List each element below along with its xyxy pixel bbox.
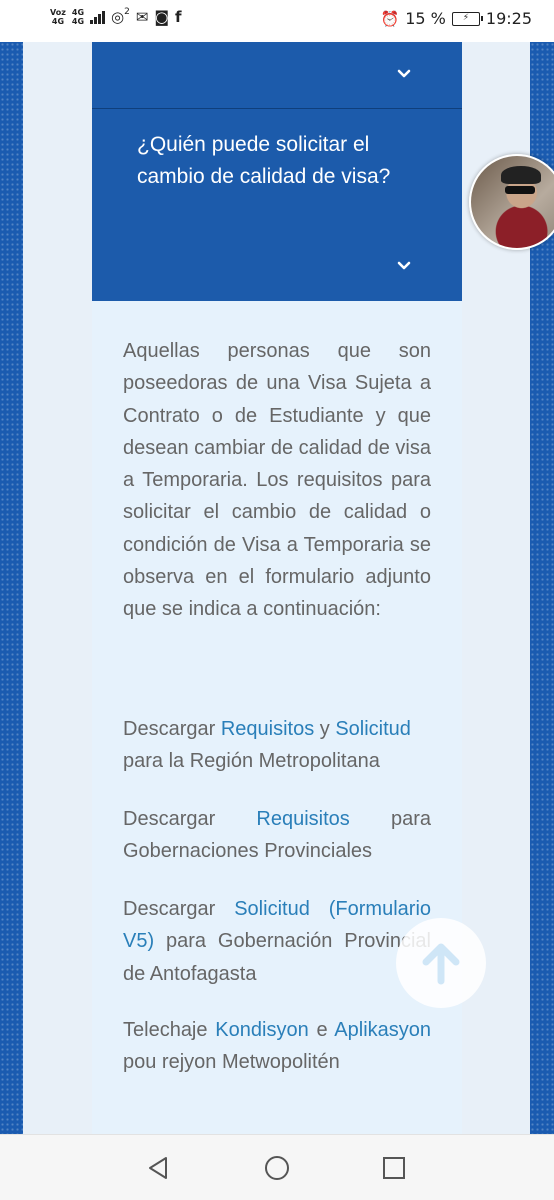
back-triangle-icon[interactable]: [145, 1155, 171, 1181]
requisitos-provinciales-link[interactable]: Requisitos: [256, 808, 349, 830]
accordion-item-2-title: ¿Quién puede solicitar el cambio de cali…: [137, 133, 391, 188]
p5-mid: e: [308, 1019, 335, 1041]
status-left: Voz 4G 4G 4G ◎ 2 ✉ ◙ f: [50, 7, 182, 26]
p2-suffix: para la Región Metropolitana: [123, 750, 380, 773]
requisitos-link[interactable]: Requisitos: [221, 718, 314, 740]
notification-count: 2: [124, 7, 130, 17]
carrier-line2: 4G: [51, 17, 65, 26]
download-provinciales-paragraph: Descargar Requisitos para Gobernaciones …: [123, 803, 431, 868]
scroll-to-top-button[interactable]: [396, 918, 486, 1008]
solicitud-link[interactable]: Solicitud: [335, 718, 411, 740]
alarm-icon: ⏰: [380, 9, 400, 28]
aplikasyon-link[interactable]: Aplikasyon: [334, 1019, 431, 1041]
p4-suffix: para Gobernación Provincial de Antofagas…: [123, 930, 431, 985]
mail-icon: ✉: [135, 8, 149, 26]
recent-square-icon[interactable]: [381, 1155, 407, 1181]
battery-percent: 15 %: [405, 9, 446, 28]
avatar[interactable]: [469, 154, 554, 250]
network-line1: 4G: [71, 8, 85, 17]
instagram-icon: ◙: [154, 8, 170, 26]
p5-prefix: Telechaje: [123, 1019, 216, 1041]
kondisyon-link[interactable]: Kondisyon: [215, 1019, 308, 1041]
home-circle-icon[interactable]: [264, 1155, 290, 1181]
accordion-item-1-header[interactable]: [92, 42, 462, 108]
accordion-item-2-body: Aquellas personas que son poseedoras de …: [92, 301, 462, 1134]
download-antofagasta-paragraph: Descargar Solicitud (Formulario V5) para…: [123, 893, 431, 990]
hotspot-icon: ◎: [111, 8, 125, 26]
status-right: ⏰ 15 % ⚡ 19:25: [381, 9, 532, 28]
network-line2: 4G: [71, 17, 85, 26]
accordion-item-2-header[interactable]: ¿Quién puede solicitar el cambio de cali…: [92, 109, 462, 301]
p5-suffix: pou rejyon Metwopolitén: [123, 1051, 340, 1074]
p3-prefix: Descargar: [123, 808, 257, 830]
clock: 19:25: [485, 9, 532, 28]
navigation-bar: [0, 1134, 554, 1200]
avatar-glasses: [505, 186, 535, 194]
chevron-down-icon[interactable]: [396, 66, 412, 82]
carrier-label: Voz 4G: [50, 8, 66, 26]
status-bar: Voz 4G 4G 4G ◎ 2 ✉ ◙ f ⏰ 15 % ⚡ 19:25: [0, 0, 554, 42]
intro-paragraph: Aquellas personas que son poseedoras de …: [123, 340, 431, 621]
signal-icon: [90, 10, 106, 24]
arrow-up-icon: [422, 943, 460, 985]
carrier-line1: Voz: [50, 8, 66, 17]
facebook-icon: f: [175, 8, 182, 26]
p4-prefix: Descargar: [123, 898, 235, 920]
avatar-hair: [501, 166, 541, 184]
creole-download-paragraph: Telechaje Kondisyon e Aplikasyon pou rej…: [123, 1014, 431, 1079]
battery-icon: ⚡: [451, 11, 483, 26]
network-label: 4G 4G: [72, 8, 84, 26]
chevron-down-icon[interactable]: [396, 258, 412, 274]
p2-mid: y: [314, 718, 336, 740]
p2-prefix: Descargar: [123, 718, 221, 740]
download-metropolitana-paragraph: Descargar Requisitos y Solicitud para la…: [123, 713, 431, 778]
